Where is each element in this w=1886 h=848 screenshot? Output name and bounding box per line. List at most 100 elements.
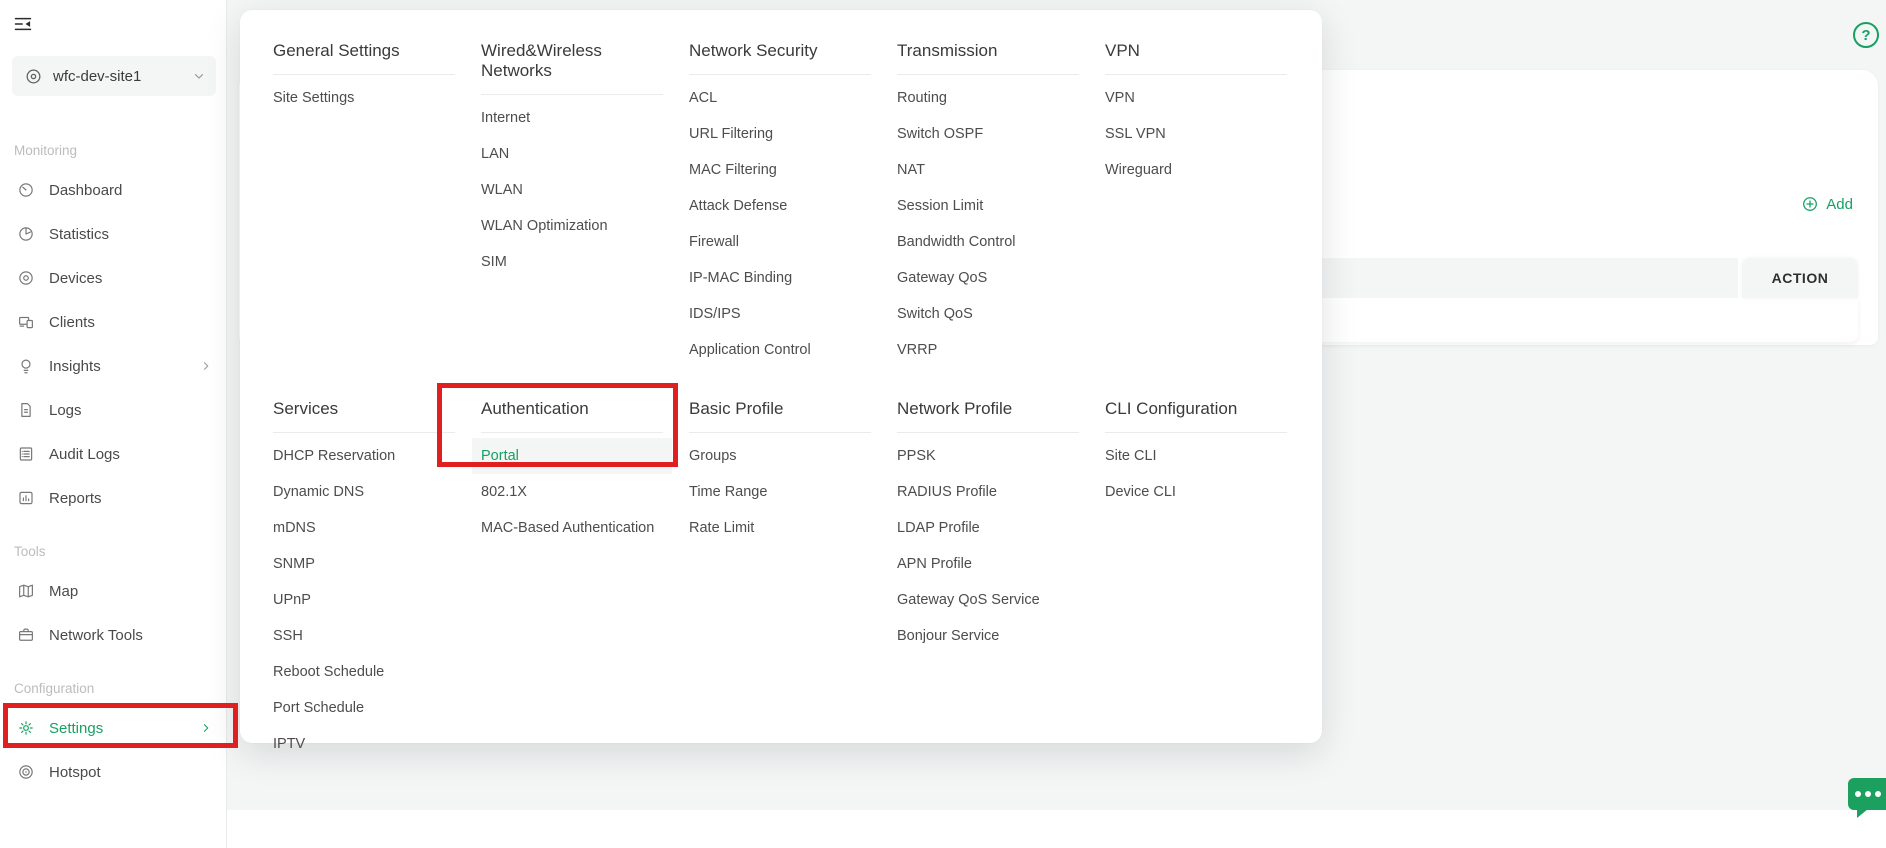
site-selector[interactable]: wfc-dev-site1 <box>12 56 216 96</box>
sidebar: wfc-dev-site1 Monitoring Dashboard Stati… <box>0 0 227 848</box>
menu-item-lan[interactable]: LAN <box>481 136 663 172</box>
menu-item-site-settings[interactable]: Site Settings <box>273 80 455 116</box>
menu-group-vpn: VPN VPN SSL VPN Wireguard <box>1105 38 1313 396</box>
toolbox-icon <box>17 626 35 644</box>
sidebar-item-network-tools[interactable]: Network Tools <box>0 613 226 657</box>
sidebar-item-dashboard[interactable]: Dashboard <box>0 168 226 212</box>
menu-item-reboot-schedule[interactable]: Reboot Schedule <box>273 654 455 690</box>
menu-group-title: Authentication <box>481 396 663 433</box>
menu-item-device-cli[interactable]: Device CLI <box>1105 474 1287 510</box>
client-devices-icon <box>17 313 35 331</box>
sidebar-item-label: Insights <box>49 358 101 375</box>
menu-item-groups[interactable]: Groups <box>689 438 871 474</box>
menu-item-vrrp[interactable]: VRRP <box>897 332 1079 368</box>
menu-item-upnp[interactable]: UPnP <box>273 582 455 618</box>
lightbulb-icon <box>17 357 35 375</box>
menu-item-ids-ips[interactable]: IDS/IPS <box>689 296 871 332</box>
menu-item-url-filtering[interactable]: URL Filtering <box>689 116 871 152</box>
menu-item-session-limit[interactable]: Session Limit <box>897 188 1079 224</box>
sidebar-item-logs[interactable]: Logs <box>0 388 226 432</box>
section-label-tools: Tools <box>14 544 226 559</box>
menu-item-snmp[interactable]: SNMP <box>273 546 455 582</box>
sidebar-item-hotspot[interactable]: Hotspot <box>0 750 226 794</box>
section-label-monitoring: Monitoring <box>14 143 226 158</box>
menu-item-routing[interactable]: Routing <box>897 80 1079 116</box>
gauge-icon <box>17 181 35 199</box>
menu-item-mac-filtering[interactable]: MAC Filtering <box>689 152 871 188</box>
collapse-menu-icon[interactable] <box>13 14 33 34</box>
chat-dot <box>1875 791 1881 797</box>
menu-item-dhcp-reservation[interactable]: DHCP Reservation <box>273 438 455 474</box>
menu-group-network-security: Network Security ACL URL Filtering MAC F… <box>689 38 897 396</box>
sidebar-item-label: Clients <box>49 314 95 331</box>
sidebar-item-label: Dashboard <box>49 182 122 199</box>
menu-item-radius-profile[interactable]: RADIUS Profile <box>897 474 1079 510</box>
menu-group-cli-configuration: CLI Configuration Site CLI Device CLI <box>1105 396 1313 762</box>
menu-item-bandwidth-control[interactable]: Bandwidth Control <box>897 224 1079 260</box>
menu-item-time-range[interactable]: Time Range <box>689 474 871 510</box>
menu-item-sim[interactable]: SIM <box>481 244 663 280</box>
sidebar-item-label: Hotspot <box>49 764 101 781</box>
menu-item-site-cli[interactable]: Site CLI <box>1105 438 1287 474</box>
chat-dot <box>1855 791 1861 797</box>
menu-group-title: Transmission <box>897 38 1079 75</box>
menu-item-application-control[interactable]: Application Control <box>689 332 871 368</box>
menu-item-bonjour-service[interactable]: Bonjour Service <box>897 618 1079 654</box>
circle-plus-icon <box>1801 195 1819 213</box>
chevron-right-icon <box>200 360 212 372</box>
menu-item-acl[interactable]: ACL <box>689 80 871 116</box>
device-disc-icon <box>17 269 35 287</box>
menu-item-wlan-optimization[interactable]: WLAN Optimization <box>481 208 663 244</box>
menu-group-general-settings: General Settings Site Settings <box>273 38 481 396</box>
menu-item-wlan[interactable]: WLAN <box>481 172 663 208</box>
menu-item-ppsk[interactable]: PPSK <box>897 438 1079 474</box>
menu-item-ssh[interactable]: SSH <box>273 618 455 654</box>
menu-item-apn-profile[interactable]: APN Profile <box>897 546 1079 582</box>
chat-bubble-icon[interactable] <box>1848 778 1886 810</box>
menu-item-mac-based-authentication[interactable]: MAC-Based Authentication <box>481 510 663 546</box>
sidebar-item-reports[interactable]: Reports <box>0 476 226 520</box>
menu-group-authentication: Authentication Portal 802.1X MAC-Based A… <box>481 396 689 762</box>
sidebar-item-map[interactable]: Map <box>0 569 226 613</box>
add-button[interactable]: Add <box>1801 195 1853 213</box>
menu-group-transmission: Transmission Routing Switch OSPF NAT Ses… <box>897 38 1105 396</box>
menu-item-gateway-qos[interactable]: Gateway QoS <box>897 260 1079 296</box>
sidebar-item-insights[interactable]: Insights <box>0 344 226 388</box>
menu-item-8021x[interactable]: 802.1X <box>481 474 663 510</box>
menu-item-vpn[interactable]: VPN <box>1105 80 1287 116</box>
section-label-configuration: Configuration <box>14 681 226 696</box>
menu-item-iptv[interactable]: IPTV <box>273 726 455 762</box>
menu-group-title: Services <box>273 396 455 433</box>
menu-item-wireguard[interactable]: Wireguard <box>1105 152 1287 188</box>
menu-group-title: Wired&Wireless Networks <box>481 38 663 95</box>
site-icon <box>24 67 43 86</box>
menu-item-gateway-qos-service[interactable]: Gateway QoS Service <box>897 582 1079 618</box>
menu-item-internet[interactable]: Internet <box>481 100 663 136</box>
sidebar-item-audit-logs[interactable]: Audit Logs <box>0 432 226 476</box>
menu-item-ssl-vpn[interactable]: SSL VPN <box>1105 116 1287 152</box>
menu-item-mdns[interactable]: mDNS <box>273 510 455 546</box>
chat-dot <box>1865 791 1871 797</box>
menu-item-ip-mac-binding[interactable]: IP-MAC Binding <box>689 260 871 296</box>
menu-item-switch-qos[interactable]: Switch QoS <box>897 296 1079 332</box>
help-icon[interactable]: ? <box>1853 22 1879 48</box>
menu-item-nat[interactable]: NAT <box>897 152 1079 188</box>
menu-item-rate-limit[interactable]: Rate Limit <box>689 510 871 546</box>
menu-item-firewall[interactable]: Firewall <box>689 224 871 260</box>
sidebar-item-label: Network Tools <box>49 627 143 644</box>
menu-item-switch-ospf[interactable]: Switch OSPF <box>897 116 1079 152</box>
menu-item-attack-defense[interactable]: Attack Defense <box>689 188 871 224</box>
menu-item-portal[interactable]: Portal <box>472 438 672 474</box>
sidebar-item-devices[interactable]: Devices <box>0 256 226 300</box>
sidebar-item-statistics[interactable]: Statistics <box>0 212 226 256</box>
menu-item-dynamic-dns[interactable]: Dynamic DNS <box>273 474 455 510</box>
sidebar-item-clients[interactable]: Clients <box>0 300 226 344</box>
pie-chart-icon <box>17 225 35 243</box>
menu-group-basic-profile: Basic Profile Groups Time Range Rate Lim… <box>689 396 897 762</box>
sidebar-item-label: Audit Logs <box>49 446 120 463</box>
menu-item-port-schedule[interactable]: Port Schedule <box>273 690 455 726</box>
menu-item-ldap-profile[interactable]: LDAP Profile <box>897 510 1079 546</box>
sidebar-item-settings[interactable]: Settings <box>0 706 226 750</box>
sidebar-item-label: Devices <box>49 270 102 287</box>
sidebar-item-label: Statistics <box>49 226 109 243</box>
